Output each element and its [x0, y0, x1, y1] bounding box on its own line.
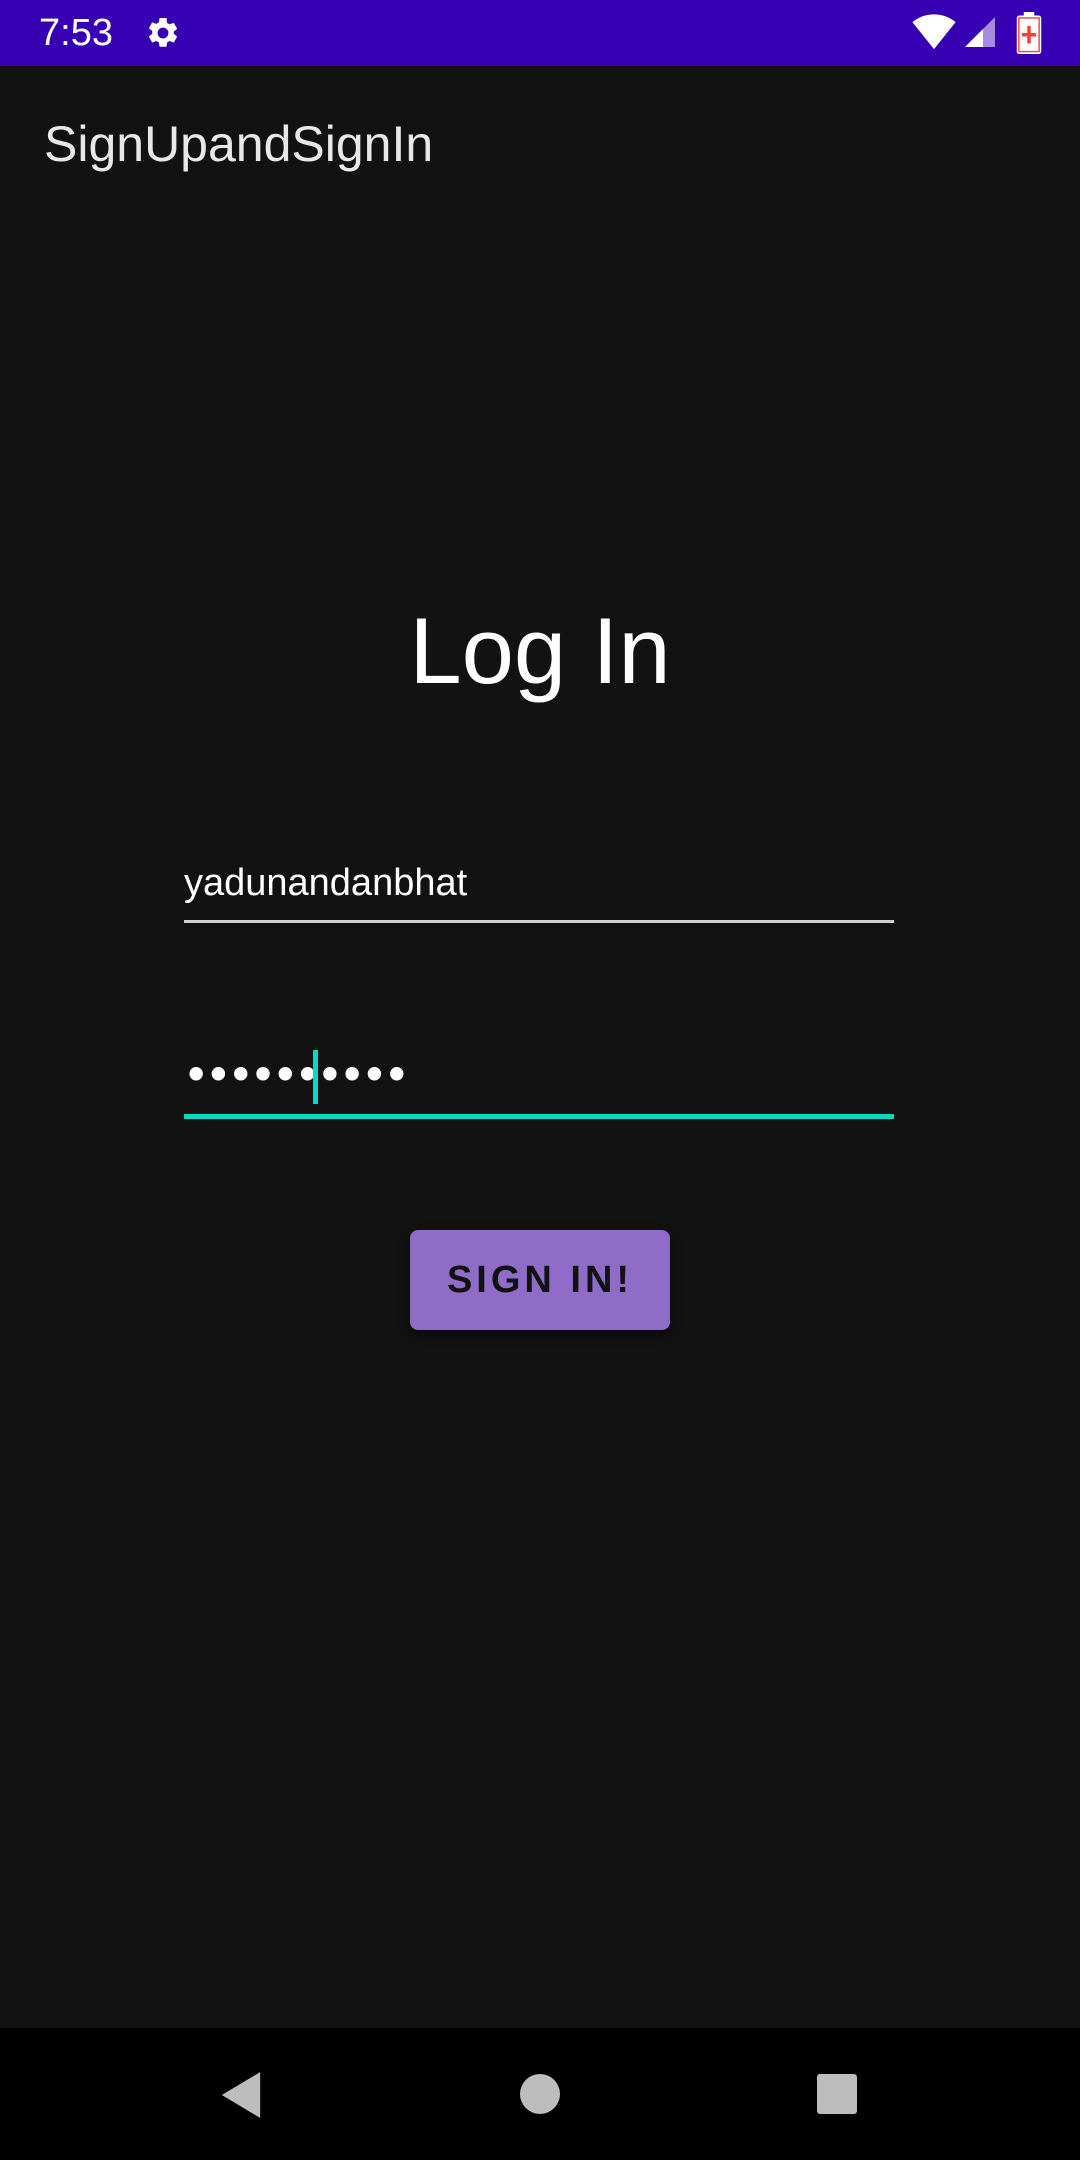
username-field[interactable]: yadunandanbhat: [184, 850, 894, 923]
recents-icon[interactable]: [817, 2074, 857, 2114]
gear-icon: [148, 17, 178, 47]
username-value: yadunandanbhat: [184, 862, 468, 904]
status-time: 7:53: [39, 12, 113, 54]
wifi-icon: [912, 14, 956, 50]
password-value: ••••••••••: [184, 1053, 409, 1097]
back-icon[interactable]: [218, 2070, 264, 2120]
signin-button[interactable]: SIGN IN!: [410, 1230, 670, 1330]
home-icon[interactable]: [520, 2074, 560, 2114]
page-title: Log In: [409, 598, 671, 703]
app-bar: SignUpandSignIn: [0, 66, 1080, 226]
text-cursor: [313, 1050, 318, 1104]
app-title: SignUpandSignIn: [44, 116, 434, 172]
signal-icon: [965, 17, 995, 47]
status-bar: 7:53: [0, 0, 1080, 66]
battery-charging-icon: [1016, 12, 1042, 54]
password-field[interactable]: ••••••••••: [184, 1040, 894, 1119]
navigation-bar: [0, 2028, 1080, 2160]
login-screen: 7:53 SignUpandSignIn Log In yadunandanbh…: [0, 0, 1080, 2160]
